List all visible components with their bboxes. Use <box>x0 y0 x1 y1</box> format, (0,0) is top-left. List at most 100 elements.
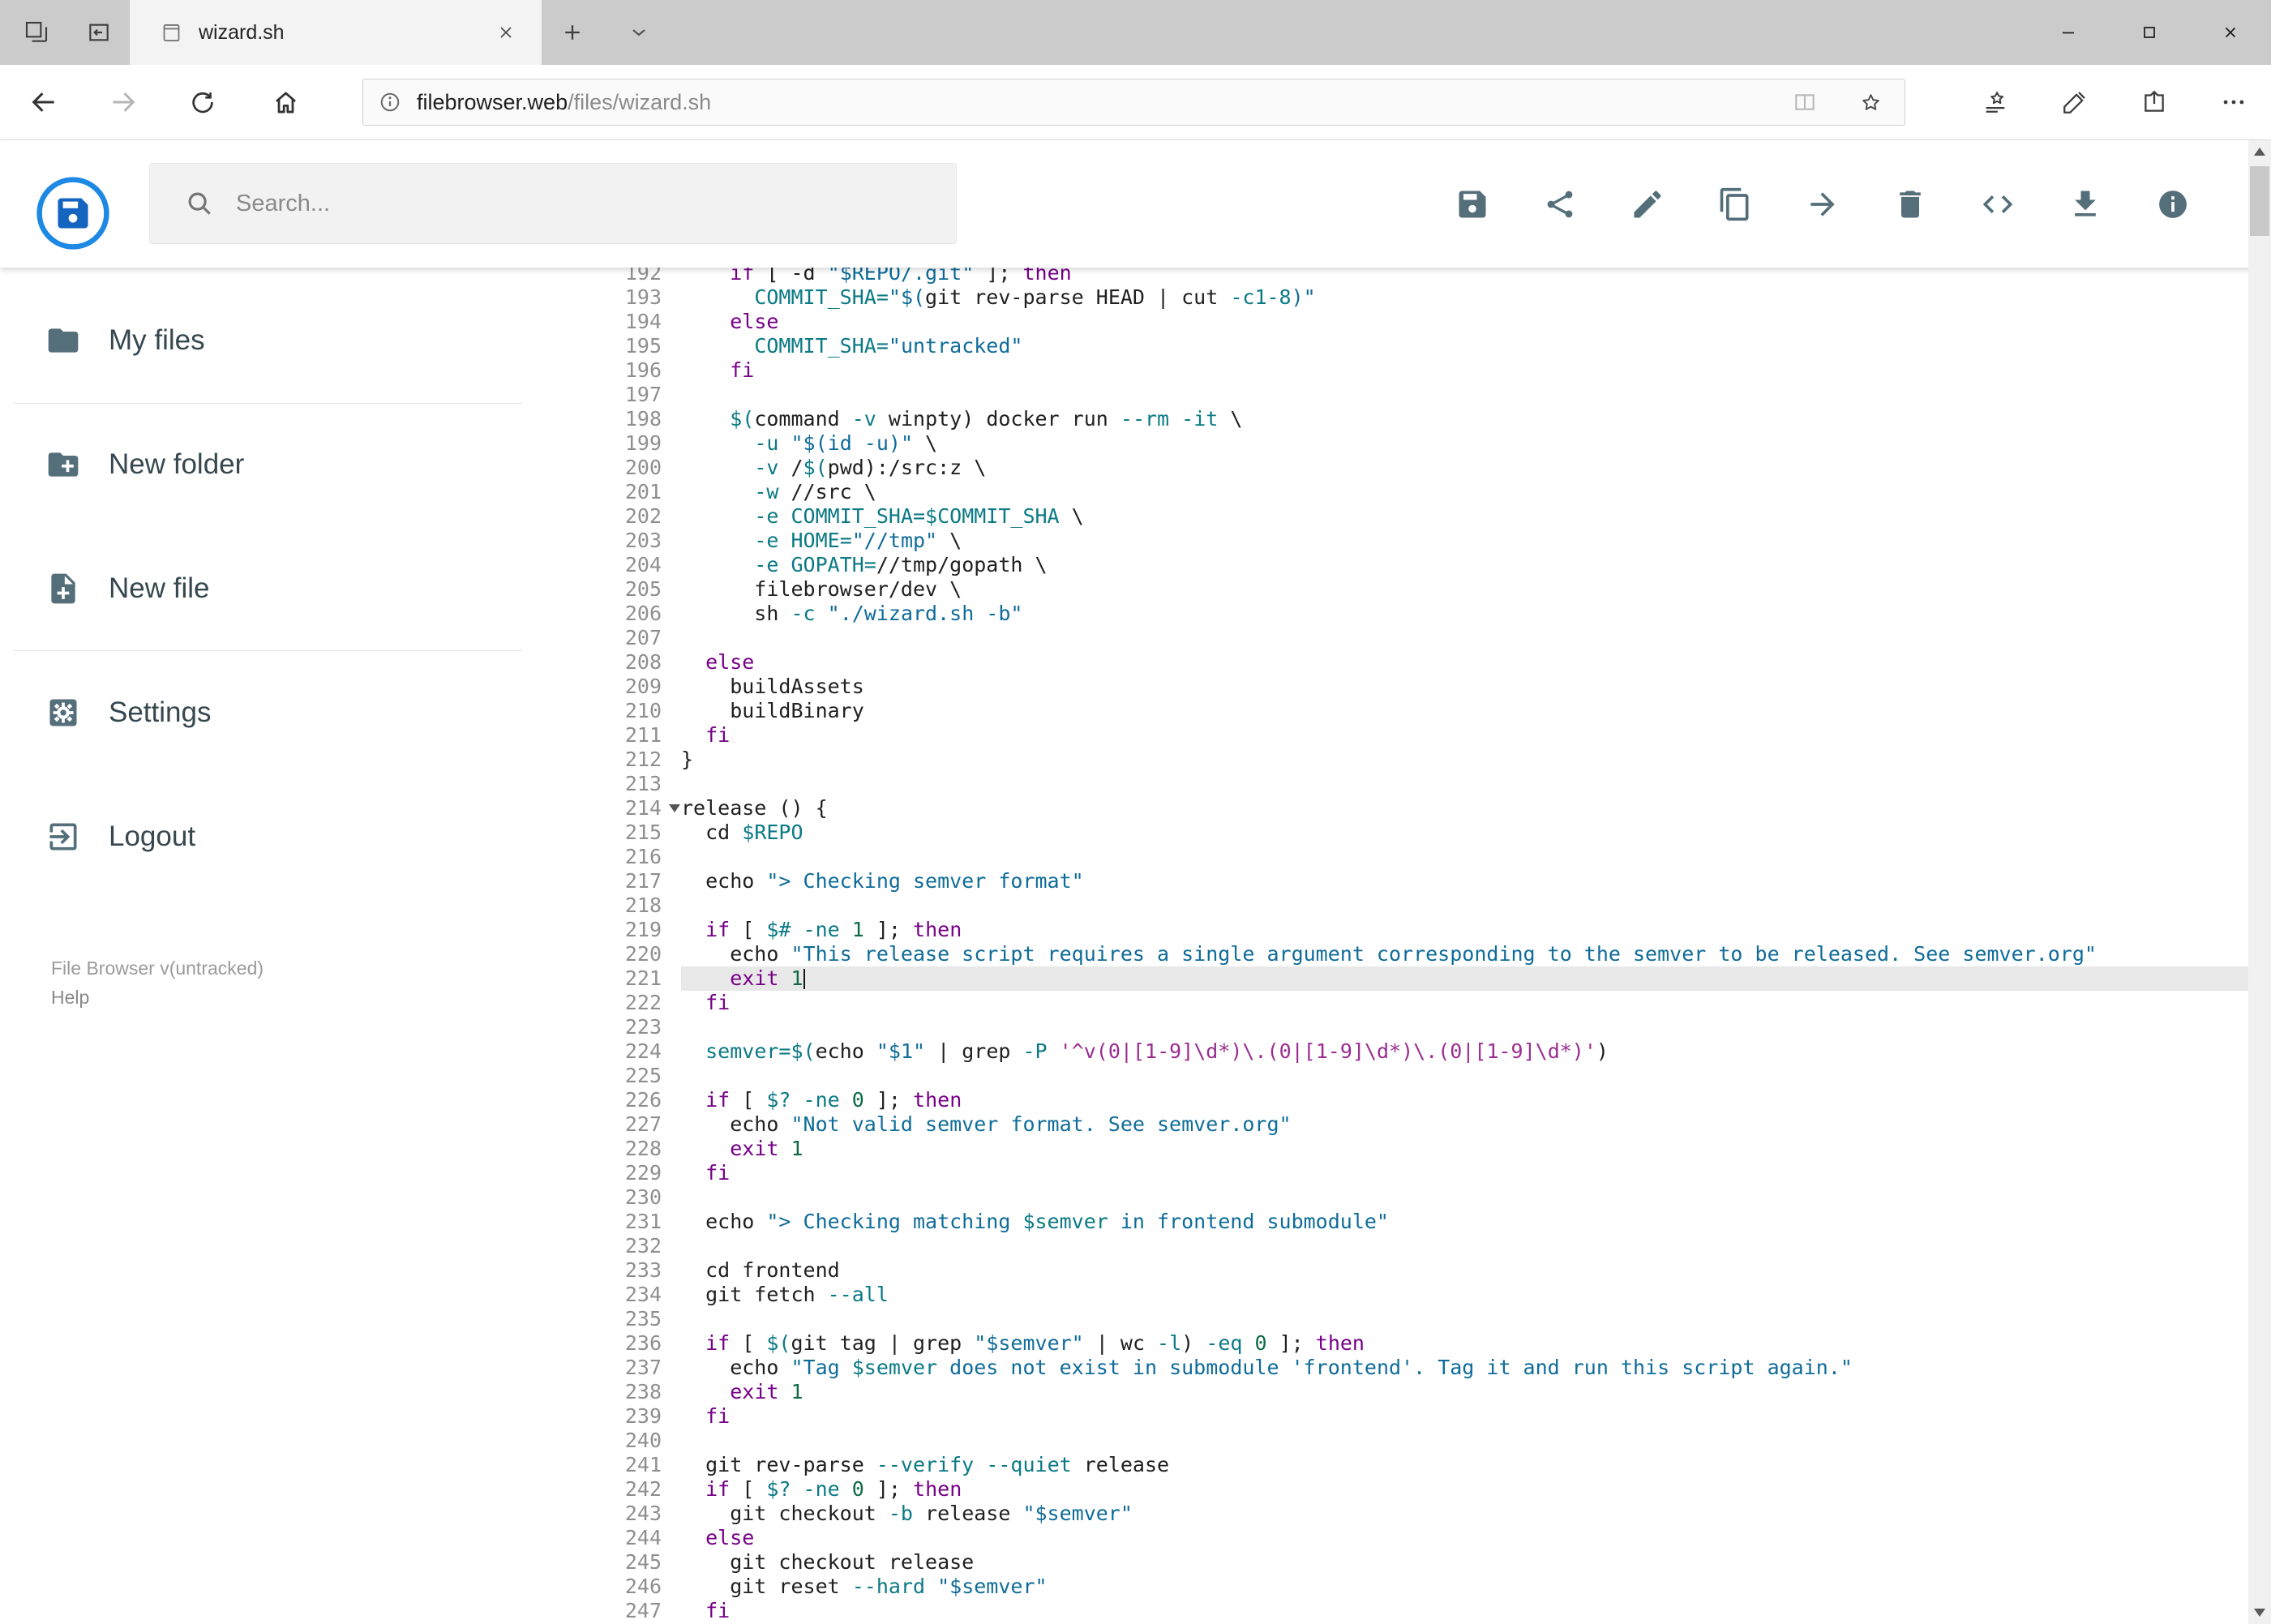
home-icon[interactable] <box>264 81 306 123</box>
code-line[interactable]: 237 echo "Tag $semver does not exist in … <box>535 1356 2248 1380</box>
code-line[interactable]: 201 -w //src \ <box>535 480 2248 504</box>
code-line[interactable]: 234 git fetch --all <box>535 1283 2248 1307</box>
search-box[interactable]: Search... <box>149 163 957 244</box>
code-line[interactable]: 211 fi <box>535 723 2248 748</box>
save-button[interactable] <box>1429 168 1516 241</box>
code-line[interactable]: 232 <box>535 1234 2248 1258</box>
reading-view-icon[interactable] <box>1792 89 1818 115</box>
code-line[interactable]: 210 buildBinary <box>535 699 2248 723</box>
code-line[interactable]: 199 -u "$(id -u)" \ <box>535 431 2248 456</box>
more-menu-icon[interactable] <box>2213 81 2255 123</box>
code-line[interactable]: 209 buildAssets <box>535 675 2248 699</box>
page-info-icon[interactable] <box>378 90 402 114</box>
code-line[interactable]: 243 git checkout -b release "$semver" <box>535 1502 2248 1526</box>
code-editor[interactable]: 192 if [ -d "$REPO/.git" ]; then 193 COMM… <box>535 268 2248 1624</box>
code-line[interactable]: 227 echo "Not valid semver format. See s… <box>535 1112 2248 1137</box>
code-line[interactable]: 196 fi <box>535 358 2248 383</box>
code-line[interactable]: 233 cd frontend <box>535 1258 2248 1283</box>
scrollbar-thumb[interactable] <box>2250 166 2269 236</box>
address-bar[interactable]: filebrowser.web/files/wizard.sh <box>362 79 1905 126</box>
code-line[interactable]: 205 filebrowser/dev \ <box>535 577 2248 602</box>
code-line[interactable]: 220 echo "This release script requires a… <box>535 942 2248 966</box>
download-button[interactable] <box>2042 168 2129 241</box>
code-line[interactable]: 238 exit 1 <box>535 1380 2248 1404</box>
web-note-pen-icon[interactable] <box>2054 81 2096 123</box>
code-line[interactable]: 194 else <box>535 310 2248 334</box>
code-line[interactable]: 219 if [ $# -ne 1 ]; then <box>535 918 2248 942</box>
code-line[interactable]: 198 $(command -v winpty) docker run --rm… <box>535 407 2248 431</box>
tabs-aside-list-icon[interactable] <box>84 18 114 47</box>
code-line[interactable]: 229 fi <box>535 1161 2248 1185</box>
code-line[interactable]: 231 echo "> Checking matching $semver in… <box>535 1210 2248 1234</box>
tabs-set-aside-icon[interactable] <box>22 18 51 47</box>
code-line[interactable]: 200 -v /$(pwd):/src:z \ <box>535 456 2248 480</box>
code-line[interactable]: 239 fi <box>535 1404 2248 1429</box>
browser-tab[interactable]: wizard.sh <box>130 0 542 65</box>
sidebar-item-new-folder[interactable]: New folder <box>0 426 535 503</box>
sidebar-item-new-file[interactable]: New file <box>0 550 535 628</box>
code-line[interactable]: 206 sh -c "./wizard.sh -b" <box>535 602 2248 626</box>
code-line[interactable]: 235 <box>535 1307 2248 1331</box>
code-line[interactable]: 247 fi <box>535 1599 2248 1623</box>
page-scrollbar[interactable] <box>2248 140 2271 1624</box>
minimize-button[interactable] <box>2028 0 2109 65</box>
edit-button[interactable] <box>1604 168 1691 241</box>
code-line[interactable]: 213 <box>535 772 2248 796</box>
fold-arrow-icon[interactable] <box>669 804 680 812</box>
favorite-star-icon[interactable] <box>1858 90 1883 115</box>
info-button[interactable] <box>2129 168 2217 241</box>
scroll-down-arrow-icon[interactable] <box>2254 1609 2265 1617</box>
code-line[interactable]: 195 COMMIT_SHA="untracked" <box>535 334 2248 358</box>
code-line[interactable]: 214 release () { <box>535 796 2248 821</box>
maximize-button[interactable] <box>2109 0 2190 65</box>
tab-preview-chevron-icon[interactable] <box>618 19 660 45</box>
code-line[interactable]: 218 <box>535 893 2248 918</box>
scroll-up-arrow-icon[interactable] <box>2254 148 2265 156</box>
filebrowser-logo-icon[interactable] <box>36 176 110 251</box>
code-line[interactable]: 224 semver=$(echo "$1" | grep -P '^v(0|[… <box>535 1039 2248 1064</box>
code-line[interactable]: 223 <box>535 1015 2248 1039</box>
code-line[interactable]: 192 if [ -d "$REPO/.git" ]; then <box>535 268 2248 285</box>
code-line[interactable]: 244 else <box>535 1526 2248 1550</box>
code-line[interactable]: 221 exit 1 <box>535 966 2248 991</box>
hub-favorites-icon[interactable] <box>1974 81 2016 123</box>
code-line[interactable]: 225 <box>535 1064 2248 1088</box>
tab-close-icon[interactable] <box>491 18 521 47</box>
code-line[interactable]: 245 git checkout release <box>535 1550 2248 1575</box>
code-line[interactable]: 241 git rev-parse --verify --quiet relea… <box>535 1453 2248 1477</box>
code-line[interactable]: 197 <box>535 383 2248 407</box>
sidebar-item-my-files[interactable]: My files <box>0 302 535 379</box>
code-line[interactable]: 242 if [ $? -ne 0 ]; then <box>535 1477 2248 1502</box>
code-line[interactable]: 246 git reset --hard "$semver" <box>535 1575 2248 1599</box>
forward-icon[interactable] <box>102 81 144 123</box>
share-file-button[interactable] <box>1516 168 1604 241</box>
code-line[interactable]: 212} <box>535 748 2248 772</box>
code-line[interactable]: 216 <box>535 845 2248 869</box>
code-line[interactable]: 226 if [ $? -ne 0 ]; then <box>535 1088 2248 1112</box>
move-button[interactable] <box>1779 168 1866 241</box>
close-window-button[interactable] <box>2190 0 2271 65</box>
code-line[interactable]: 202 -e COMMIT_SHA=$COMMIT_SHA \ <box>535 504 2248 529</box>
back-icon[interactable] <box>23 81 65 123</box>
code-line[interactable]: 215 cd $REPO <box>535 821 2248 845</box>
code-line[interactable]: 208 else <box>535 650 2248 675</box>
code-line[interactable]: 230 <box>535 1185 2248 1210</box>
sidebar-item-settings[interactable]: Settings <box>0 674 535 752</box>
code-line[interactable]: 204 -e GOPATH=//tmp/gopath \ <box>535 553 2248 577</box>
delete-button[interactable] <box>1866 168 1954 241</box>
copy-button[interactable] <box>1691 168 1779 241</box>
help-link[interactable]: Help <box>51 983 264 1012</box>
code-line[interactable]: 240 <box>535 1429 2248 1453</box>
code-line[interactable]: 222 fi <box>535 991 2248 1015</box>
share-icon[interactable] <box>2133 81 2175 123</box>
sidebar-item-logout[interactable]: Logout <box>0 798 535 876</box>
raw-code-button[interactable] <box>1954 168 2042 241</box>
code-line[interactable]: 217 echo "> Checking semver format" <box>535 869 2248 893</box>
new-tab-button[interactable] <box>551 18 593 47</box>
code-line[interactable]: 228 exit 1 <box>535 1137 2248 1161</box>
refresh-icon[interactable] <box>182 81 224 123</box>
code-line[interactable]: 236 if [ $(git tag | grep "$semver" | wc… <box>535 1331 2248 1356</box>
code-line[interactable]: 207 <box>535 626 2248 650</box>
code-line[interactable]: 203 -e HOME="//tmp" \ <box>535 529 2248 553</box>
code-line[interactable]: 193 COMMIT_SHA="$(git rev-parse HEAD | c… <box>535 285 2248 310</box>
